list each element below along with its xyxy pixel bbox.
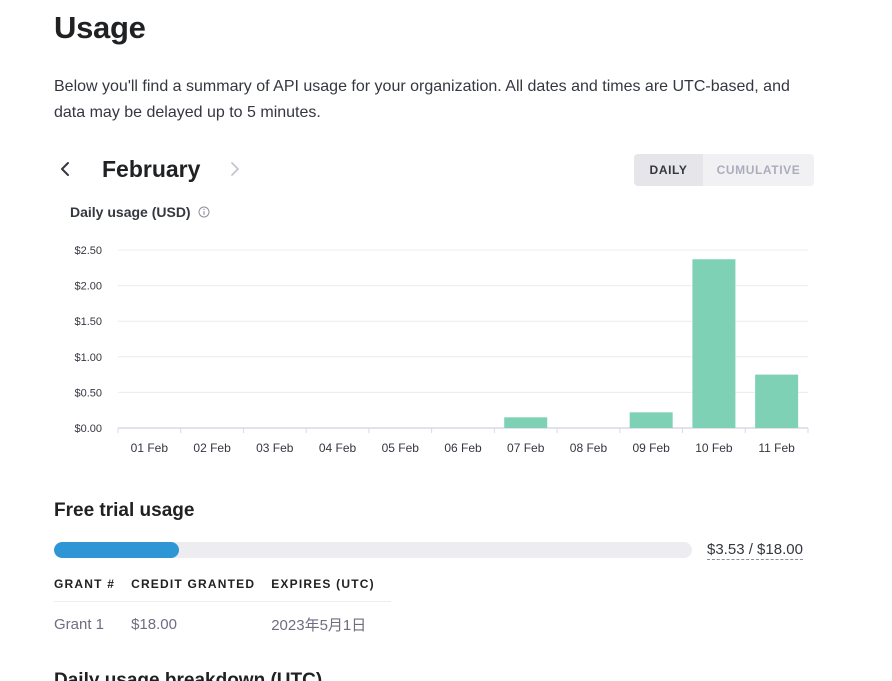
chart-title-label: Daily usage (USD) bbox=[70, 204, 191, 220]
free-trial-amount[interactable]: $3.53 / $18.00 bbox=[707, 541, 803, 560]
column-header-grant: GRANT # bbox=[54, 576, 132, 602]
daily-usage-chart: $0.00 $0.50 $1.00 $1.50 $2.00 $2.50 01 Feb 02 F… bbox=[74, 245, 809, 455]
x-tick-label: 08 Feb bbox=[570, 441, 608, 455]
month-label: February bbox=[102, 155, 201, 182]
x-tick-label: 11 Feb bbox=[758, 441, 795, 455]
y-tick-label: $0.50 bbox=[74, 387, 102, 399]
x-tick-label: 02 Feb bbox=[193, 441, 231, 455]
info-icon[interactable] bbox=[198, 206, 210, 218]
y-tick-label: $2.50 bbox=[74, 245, 102, 257]
column-header-expires: EXPIRES (UTC) bbox=[271, 576, 391, 602]
grant-number-cell: Grant 1 bbox=[54, 615, 105, 633]
x-tick-label: 05 Feb bbox=[382, 441, 420, 455]
x-tick-label: 10 Feb bbox=[695, 441, 733, 455]
y-tick-label: $0.00 bbox=[74, 423, 102, 435]
x-tick-label: 01 Feb bbox=[131, 441, 169, 455]
view-toggle: DAILY CUMULATIVE bbox=[634, 154, 814, 186]
grants-table-header: GRANT # CREDIT GRANTED EXPIRES (UTC) bbox=[54, 576, 391, 602]
x-tick-label: 06 Feb bbox=[444, 441, 482, 455]
chart-title: Daily usage (USD) bbox=[70, 204, 210, 220]
free-trial-progress-bar bbox=[54, 542, 692, 558]
free-trial-title: Free trial usage bbox=[54, 500, 195, 521]
x-tick-label: 04 Feb bbox=[319, 441, 357, 455]
cumulative-toggle-button[interactable]: CUMULATIVE bbox=[703, 154, 814, 186]
x-tick-label: 03 Feb bbox=[256, 441, 294, 455]
x-tick-label: 09 Feb bbox=[633, 441, 671, 455]
bar-09-feb[interactable] bbox=[629, 412, 673, 428]
free-trial-progress-fill bbox=[54, 542, 180, 558]
expires-cell: 2023年5月1日 bbox=[271, 616, 367, 634]
page-title: Usage bbox=[54, 10, 146, 45]
column-header-credit-granted: CREDIT GRANTED bbox=[131, 576, 272, 602]
page-description: Below you'll find a summary of API usage… bbox=[54, 78, 790, 121]
bar-11-feb[interactable] bbox=[755, 374, 799, 428]
y-tick-label: $2.00 bbox=[74, 281, 102, 293]
bar-10-feb[interactable] bbox=[692, 259, 736, 428]
chevron-left-icon[interactable] bbox=[54, 158, 76, 180]
credit-granted-cell: $18.00 bbox=[131, 615, 177, 633]
table-row: Grant 1 $18.00 2023年5月1日 bbox=[54, 601, 391, 637]
daily-toggle-button[interactable]: DAILY bbox=[634, 154, 703, 186]
x-tick-label: 07 Feb bbox=[507, 441, 545, 455]
month-navigation: February bbox=[54, 152, 244, 186]
y-tick-label: $1.50 bbox=[74, 316, 102, 328]
grants-table: GRANT # CREDIT GRANTED EXPIRES (UTC) Gra… bbox=[54, 576, 391, 637]
y-tick-label: $1.00 bbox=[74, 352, 102, 364]
chevron-right-icon[interactable] bbox=[226, 158, 244, 180]
bar-07-feb[interactable] bbox=[504, 417, 548, 428]
daily-usage-breakdown-title: Daily usage breakdown (UTC) bbox=[54, 670, 323, 681]
